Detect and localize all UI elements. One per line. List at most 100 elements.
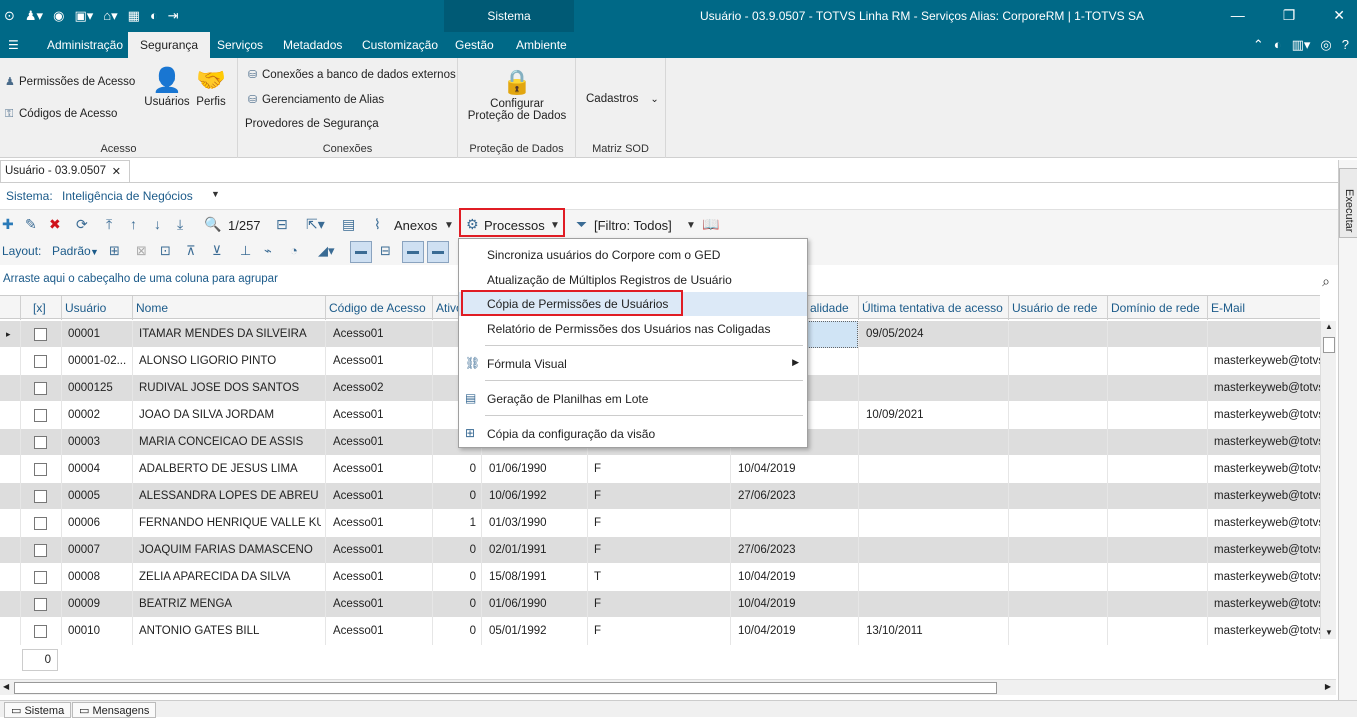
paperclip-icon[interactable]: ⌇ <box>374 216 381 233</box>
cell-email[interactable]: masterkeyweb@totvs <box>1214 517 1320 529</box>
restore-icon[interactable]: ❐ <box>1283 7 1296 24</box>
conexoes-banco-button[interactable]: ⛁ Conexões a banco de dados externos <box>248 68 456 81</box>
cell-ultima[interactable]: 10/09/2021 <box>866 409 1006 421</box>
cell-codigo[interactable]: Acesso01 <box>333 625 428 637</box>
cell-codigo[interactable]: Acesso01 <box>333 490 428 502</box>
cell-email[interactable]: masterkeyweb@totvs <box>1214 463 1320 475</box>
collapse-ribbon-icon[interactable]: ⌃ <box>1253 37 1264 53</box>
cell-validade[interactable]: 27/06/2023 <box>738 544 856 556</box>
download-layout-icon[interactable]: ⊻ <box>212 243 222 259</box>
menu-gestao[interactable]: Gestão <box>455 38 494 52</box>
usuarios-button[interactable]: 👤 Usuários <box>142 66 192 108</box>
cell-usuario[interactable]: 00001-02... <box>68 355 128 367</box>
col-usuario[interactable]: Usuário <box>65 301 106 315</box>
cell-nome[interactable]: RUDIVAL JOSE DOS SANTOS <box>139 382 321 394</box>
row-checkbox[interactable] <box>34 382 47 395</box>
close-tab-icon[interactable]: ✕ <box>112 165 121 178</box>
pin-icon[interactable]: ⊥ <box>240 243 251 259</box>
scroll-left-icon[interactable]: ◀ <box>3 682 9 691</box>
chevron-down-icon[interactable]: ▼ <box>211 189 220 199</box>
cell-codigo[interactable]: Acesso01 <box>333 328 428 340</box>
edit-icon[interactable]: ✎ <box>25 216 37 233</box>
row-checkbox[interactable] <box>34 436 47 449</box>
document-tab[interactable]: Usuário - 03.9.0507 ✕ <box>0 160 130 182</box>
menu-servicos[interactable]: Serviços <box>217 38 263 52</box>
col-usuario-rede[interactable]: Usuário de rede <box>1012 301 1097 315</box>
cell-nome[interactable]: ALONSO LIGORIO PINTO <box>139 355 321 367</box>
app-logo-icon[interactable]: ⊙ <box>4 8 15 24</box>
cell-ativo[interactable]: 0 <box>436 571 476 583</box>
cell-tipo[interactable]: F <box>594 625 724 637</box>
scroll-thumb[interactable] <box>14 682 997 694</box>
cell-nome[interactable]: JOAQUIM FARIAS DAMASCENO <box>139 544 321 556</box>
cell-tipo[interactable]: F <box>594 490 724 502</box>
upload-layout-icon[interactable]: ⊼ <box>186 243 196 259</box>
mensagens-bottom-tab[interactable]: ▭ Mensagens <box>72 702 157 718</box>
padrao-dropdown[interactable]: Padrão <box>52 244 91 258</box>
filter-icon[interactable]: ⏷ <box>576 216 587 233</box>
scroll-down-icon[interactable]: ▼ <box>1325 628 1333 637</box>
col-nome[interactable]: Nome <box>136 301 168 315</box>
cell-email[interactable]: masterkeyweb@totvs <box>1214 409 1320 421</box>
cell-validade[interactable]: 10/04/2019 <box>738 598 856 610</box>
cell-usuario[interactable]: 00009 <box>68 598 128 610</box>
cell-email[interactable]: masterkeyweb@totvs <box>1214 490 1320 502</box>
cell-codigo[interactable]: Acesso01 <box>333 436 428 448</box>
cell-usuario[interactable]: 00004 <box>68 463 128 475</box>
menu-metadados[interactable]: Metadados <box>283 38 342 52</box>
cell-email[interactable]: masterkeyweb@totvs <box>1214 625 1320 637</box>
filtro-button[interactable]: [Filtro: Todos] <box>594 218 672 233</box>
table-row[interactable]: 00009 BEATRIZ MENGA Acesso01 0 01/06/1990 F 10… <box>0 591 1320 618</box>
row-checkbox[interactable] <box>34 355 47 368</box>
row-checkbox[interactable] <box>34 598 47 611</box>
menu-seguranca[interactable]: Segurança <box>128 32 211 58</box>
cell-data[interactable]: 02/01/1991 <box>489 544 584 556</box>
menu-file-icon[interactable]: ☰ <box>8 38 19 52</box>
cell-nome[interactable]: MARIA CONCEICAO DE ASSIS <box>139 436 321 448</box>
help-icon[interactable]: ? <box>1342 37 1349 53</box>
cell-data[interactable]: 01/06/1990 <box>489 598 584 610</box>
cell-validade[interactable]: 10/04/2019 <box>738 463 856 475</box>
table-row[interactable]: 00007 JOAQUIM FARIAS DAMASCENO Acesso01 0 02… <box>0 537 1320 564</box>
anexos-button[interactable]: Anexos <box>394 218 437 233</box>
add-icon[interactable]: ✚ <box>2 216 14 233</box>
cell-ativo[interactable]: 0 <box>436 463 476 475</box>
menu-item-formula-visual[interactable]: ⛓ Fórmula Visual ▶ <box>459 352 807 376</box>
cell-tipo[interactable]: F <box>594 544 724 556</box>
window-icon[interactable]: ▣▾ <box>74 8 93 24</box>
menu-customizacao[interactable]: Customização <box>362 38 438 52</box>
book-icon[interactable]: 📖 <box>702 216 719 233</box>
cell-email[interactable]: masterkeyweb@totvs <box>1214 598 1320 610</box>
minimize-icon[interactable]: — <box>1231 7 1245 24</box>
layout-bottom-button[interactable] <box>350 241 372 263</box>
save-layout-icon[interactable]: ⊡ <box>160 243 171 259</box>
menu-item-geracao-planilhas[interactable]: ▤ Geração de Planilhas em Lote <box>459 387 807 411</box>
cell-codigo[interactable]: Acesso01 <box>333 409 428 421</box>
cell-email[interactable]: masterkeyweb@totvs <box>1214 355 1320 367</box>
col-codigo-acesso[interactable]: Código de Acesso <box>329 301 426 315</box>
cell-nome[interactable]: ITAMAR MENDES DA SILVEIRA <box>139 328 321 340</box>
table-row[interactable]: 00008 ZELIA APARECIDA DA SILVA Acesso01 0 15… <box>0 564 1320 591</box>
cell-tipo[interactable]: F <box>594 517 724 529</box>
search-icon[interactable]: 🔍 <box>204 216 221 233</box>
cell-nome[interactable]: ZELIA APARECIDA DA SILVA <box>139 571 321 583</box>
cell-email[interactable]: masterkeyweb@totvs <box>1214 571 1320 583</box>
cell-usuario[interactable]: 0000125 <box>68 382 128 394</box>
delete-layout-icon[interactable]: ⊠ <box>136 243 147 259</box>
close-icon[interactable]: ✕ <box>1333 7 1345 24</box>
menu-item-relatorio-permissoes[interactable]: Relatório de Permissões dos Usuários nas… <box>459 317 807 341</box>
cell-email[interactable]: masterkeyweb@totvs <box>1214 544 1320 556</box>
executar-button[interactable]: Executar <box>1339 168 1357 238</box>
gerenciamento-alias-button[interactable]: ⛁ Gerenciamento de Alias <box>248 93 384 106</box>
vertical-scrollbar[interactable]: ▲ ▼ <box>1320 321 1336 639</box>
cell-nome[interactable]: FERNANDO HENRIQUE VALLE KUR... <box>139 517 321 529</box>
cell-validade[interactable]: 10/04/2019 <box>738 571 856 583</box>
add-layout-icon[interactable]: ⊞ <box>109 243 120 259</box>
cell-validade[interactable]: 10/04/2019 <box>738 625 856 637</box>
cell-ativo[interactable]: 1 <box>436 517 476 529</box>
cell-codigo[interactable]: Acesso01 <box>333 355 428 367</box>
cell-usuario[interactable]: 00010 <box>68 625 128 637</box>
search-icon[interactable]: ⌕ <box>1322 273 1330 290</box>
chevron-down-icon[interactable]: ▼ <box>686 220 696 231</box>
codigos-acesso-button[interactable]: ⚿ Códigos de Acesso <box>5 108 117 121</box>
